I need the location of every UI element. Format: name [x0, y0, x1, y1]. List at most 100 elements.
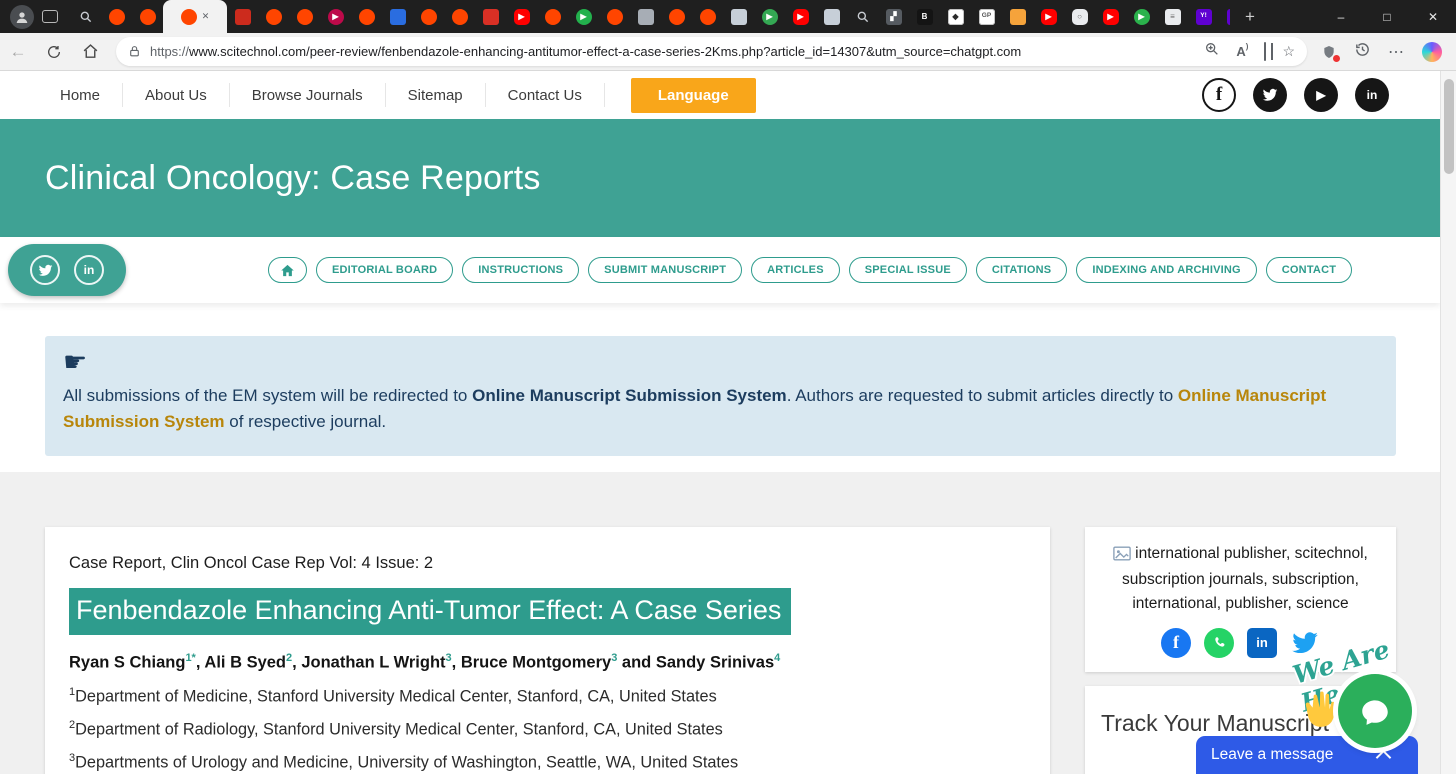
linkedin-icon[interactable]: in	[1355, 78, 1389, 112]
window-controls: – □ ✕	[1318, 0, 1456, 33]
maximize-button[interactable]: □	[1364, 0, 1410, 33]
browser-tab[interactable]	[351, 0, 382, 33]
nav-item-browse-journals[interactable]: Browse Journals	[230, 83, 386, 107]
browser-tab[interactable]: ▶	[506, 0, 537, 33]
refresh-icon	[48, 45, 60, 58]
browser-tab[interactable]	[630, 0, 661, 33]
journal-nav-indexing-and-archiving[interactable]: INDEXING AND ARCHIVING	[1076, 257, 1257, 283]
journal-nav-home[interactable]	[268, 257, 307, 283]
profile-avatar[interactable]	[10, 4, 34, 29]
history-button[interactable]	[1354, 41, 1371, 63]
back-button[interactable]: ←	[0, 42, 36, 62]
journal-nav-special-issue[interactable]: SPECIAL ISSUE	[848, 257, 967, 283]
browser-tab[interactable]: ≡	[1157, 0, 1188, 33]
workspace-icon[interactable]	[42, 10, 58, 23]
copilot-icon[interactable]	[1422, 41, 1442, 62]
browser-tab[interactable]	[101, 0, 132, 33]
browser-tab[interactable]	[816, 0, 847, 33]
browser-tab[interactable]: ▶	[568, 0, 599, 33]
journal-nav-editorial-board[interactable]: EDITORIAL BOARD	[316, 257, 454, 283]
journal-nav-instructions[interactable]: INSTRUCTIONS	[462, 257, 580, 283]
browser-tab[interactable]	[692, 0, 723, 33]
refresh-button[interactable]	[36, 44, 72, 60]
reddit-favicon	[296, 8, 313, 25]
more-menu-button[interactable]: ⋯	[1388, 42, 1405, 62]
browser-tab[interactable]: Y!	[1219, 0, 1230, 33]
journal-nav-submit-manuscript[interactable]: SUBMIT MANUSCRIPT	[588, 257, 743, 283]
browser-tab[interactable]	[475, 0, 506, 33]
browser-tab[interactable]: ▶	[754, 0, 785, 33]
browser-tab[interactable]: ▶	[1095, 0, 1126, 33]
browser-tab[interactable]	[382, 0, 413, 33]
notice-text-segment: of respective journal.	[224, 412, 387, 432]
active-tab[interactable]: ✕	[163, 0, 227, 33]
author-name: Sandy Srinivas	[655, 653, 775, 672]
browser-tab[interactable]	[599, 0, 630, 33]
nav-item-sitemap[interactable]: Sitemap	[386, 83, 486, 107]
address-bar[interactable]: https://www.scitechnol.com/peer-review/f…	[116, 37, 1307, 66]
twitter-icon[interactable]	[30, 255, 60, 285]
search-favicon	[78, 9, 94, 25]
browser-tab[interactable]	[723, 0, 754, 33]
browser-tab[interactable]: Y!	[1188, 0, 1219, 33]
browser-tab[interactable]	[444, 0, 475, 33]
browser-tab[interactable]	[537, 0, 568, 33]
browser-tab[interactable]: ▶	[1126, 0, 1157, 33]
browser-tab[interactable]	[847, 0, 878, 33]
browser-tab[interactable]: B	[909, 0, 940, 33]
browser-tab[interactable]: ▶	[1033, 0, 1064, 33]
browser-tab[interactable]	[289, 0, 320, 33]
browser-tab[interactable]: GP	[971, 0, 1002, 33]
author-superscript: 1*	[185, 652, 196, 664]
extension-button[interactable]	[1321, 44, 1341, 63]
nav-item-home[interactable]: Home	[38, 83, 124, 107]
facebook-icon[interactable]: f	[1202, 78, 1236, 112]
language-button[interactable]: Language	[630, 77, 756, 113]
url-text: https://www.scitechnol.com/peer-review/f…	[150, 44, 1192, 59]
whatsapp-icon[interactable]	[1204, 627, 1234, 658]
youtube-icon[interactable]: ▶	[1304, 78, 1338, 112]
close-button[interactable]: ✕	[1410, 0, 1456, 33]
browser-tab[interactable]	[258, 0, 289, 33]
browser-tab[interactable]	[70, 0, 101, 33]
page-scrollbar[interactable]	[1440, 71, 1456, 774]
linkedin-icon[interactable]: in	[1247, 627, 1277, 658]
chat-launcher-button[interactable]	[1338, 674, 1412, 748]
yahoo-favicon: Y!	[1226, 8, 1230, 25]
facebook-icon[interactable]: f	[1161, 627, 1191, 658]
linkedin-icon[interactable]: in	[74, 255, 104, 285]
scrollbar-thumb[interactable]	[1444, 79, 1454, 174]
minimize-button[interactable]: –	[1318, 0, 1364, 33]
new-tab-button[interactable]: +	[1236, 7, 1264, 27]
home-button[interactable]	[72, 43, 108, 60]
journal-nav-articles[interactable]: ARTICLES	[751, 257, 840, 283]
browser-tab[interactable]: ▶	[320, 0, 351, 33]
twitter-icon[interactable]	[1253, 78, 1287, 112]
leave-message-label: Leave a message	[1211, 746, 1334, 763]
read-aloud-button[interactable]: A)	[1236, 42, 1248, 59]
waving-hand-icon	[1300, 686, 1342, 737]
browser-tab[interactable]	[413, 0, 444, 33]
url-domain: www.scitechnol.com	[189, 44, 307, 59]
browser-tab[interactable]	[661, 0, 692, 33]
browser-tab[interactable]	[132, 0, 163, 33]
browser-tab[interactable]	[1002, 0, 1033, 33]
browser-tab[interactable]	[227, 0, 258, 33]
browser-tab[interactable]: ▞	[878, 0, 909, 33]
author-superscript: 2	[286, 652, 293, 664]
browser-tab[interactable]: ▶	[785, 0, 816, 33]
browser-toolbar: ← https://www.scitechnol.com/peer-review…	[0, 33, 1456, 71]
affiliation-line: 1Department of Medicine, Stanford Univer…	[69, 685, 717, 705]
youtube-favicon: ▶	[1102, 8, 1119, 25]
nav-item-contact-us[interactable]: Contact Us	[486, 83, 605, 107]
zoom-button[interactable]	[1204, 41, 1220, 62]
favorite-star-button[interactable]: ☆	[1282, 43, 1295, 60]
browser-tab[interactable]: ◆	[940, 0, 971, 33]
journal-nav-citations[interactable]: CITATIONS	[975, 257, 1068, 283]
split-screen-button[interactable]	[1264, 41, 1267, 61]
browser-tab[interactable]: ○	[1064, 0, 1095, 33]
close-tab-icon[interactable]: ✕	[202, 11, 210, 22]
site-info-lock[interactable]	[128, 45, 141, 58]
journal-nav-contact[interactable]: CONTACT	[1265, 257, 1353, 283]
nav-item-about-us[interactable]: About Us	[123, 83, 230, 107]
